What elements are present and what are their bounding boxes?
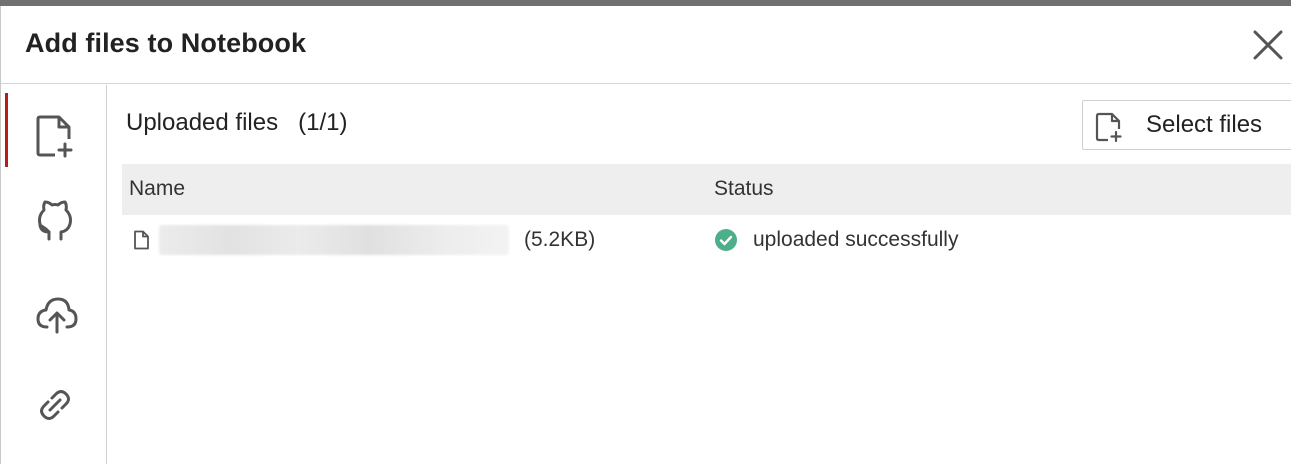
- redacted-file-name: [159, 225, 509, 255]
- upload-status: uploaded successfully: [753, 228, 959, 251]
- sidebar-item-upload-files[interactable]: [1, 93, 106, 171]
- file-add-icon: [1095, 112, 1122, 142]
- cloud-upload-icon: [36, 297, 78, 334]
- close-icon: [1253, 30, 1283, 60]
- sidebar-item-link[interactable]: [1, 365, 106, 443]
- close-button[interactable]: [1251, 28, 1285, 62]
- link-icon: [40, 390, 70, 420]
- github-icon: [38, 200, 72, 241]
- upload-count: (1/1): [298, 109, 348, 136]
- select-files-label: Select files: [1146, 111, 1263, 138]
- table-header: Name Status: [122, 164, 1291, 215]
- select-files-button[interactable]: Select files: [1082, 100, 1291, 150]
- add-files-dialog: Add files to Notebook Uploaded files (1/…: [0, 6, 1291, 464]
- source-sidebar: [1, 85, 107, 464]
- uploaded-files-heading: Uploaded files (1/1): [126, 109, 347, 137]
- column-header-status: Status: [714, 177, 774, 200]
- sidebar-item-github[interactable]: [1, 179, 106, 257]
- sidebar-item-cloud-upload[interactable]: [1, 274, 106, 352]
- check-circle-icon: [715, 229, 737, 251]
- column-header-name: Name: [129, 177, 186, 200]
- main-panel: Uploaded files (1/1) Select files Name St…: [107, 85, 1291, 464]
- dialog-title: Add files to Notebook: [25, 28, 307, 58]
- file-add-icon: [36, 115, 73, 158]
- file-size: (5.2KB): [524, 228, 596, 251]
- dialog-header: Add files to Notebook: [1, 6, 1291, 84]
- table-row: (5.2KB) uploaded successfully: [122, 215, 1291, 267]
- section-title-text: Uploaded files: [126, 109, 279, 136]
- file-icon: [134, 230, 149, 250]
